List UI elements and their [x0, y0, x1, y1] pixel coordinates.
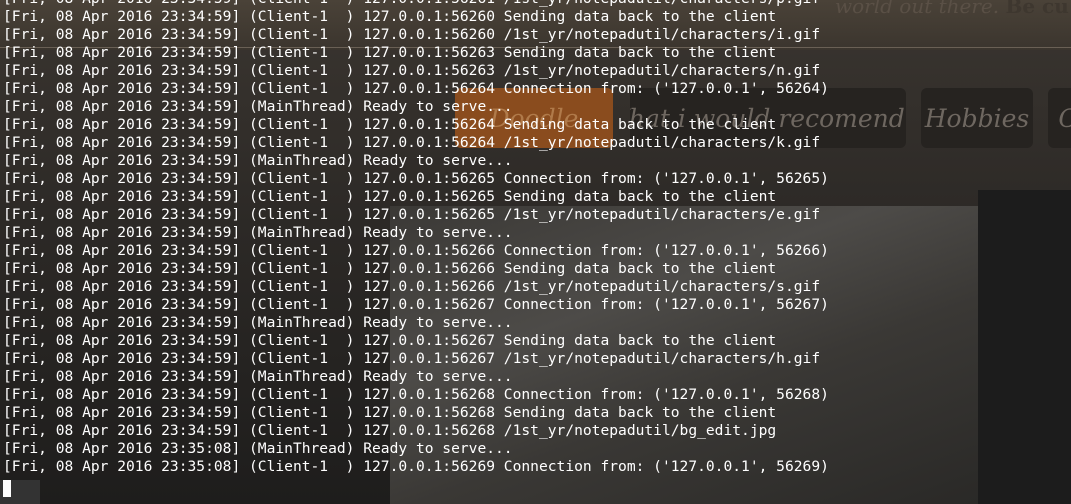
background-nav-label: C: [1058, 104, 1071, 133]
terminal-prompt[interactable]: [3, 480, 11, 498]
log-line: [Fri, 08 Apr 2016 23:34:59] (Client-1 ) …: [3, 296, 829, 313]
log-line: [Fri, 08 Apr 2016 23:34:59] (Client-1 ) …: [3, 8, 777, 25]
background-tagline-bold: Be cu: [1005, 0, 1069, 18]
background-photo-shadow: [978, 190, 1071, 504]
log-line: [Fri, 08 Apr 2016 23:35:08] (Client-1 ) …: [3, 458, 829, 475]
log-line: [Fri, 08 Apr 2016 23:34:59] (Client-1 ) …: [3, 404, 777, 421]
log-line: [Fri, 08 Apr 2016 23:34:59] (Client-1 ) …: [3, 386, 829, 403]
log-line: [Fri, 08 Apr 2016 23:34:59] (Client-1 ) …: [3, 422, 777, 439]
log-line: [Fri, 08 Apr 2016 23:35:08] (MainThread)…: [3, 440, 513, 457]
terminal-window[interactable]: world out there. Be cu Doodle What i wou…: [0, 0, 1071, 504]
log-line: [Fri, 08 Apr 2016 23:34:59] (Client-1 ) …: [3, 44, 777, 61]
log-line: [Fri, 08 Apr 2016 23:34:59] (Client-1 ) …: [3, 134, 821, 151]
log-line: [Fri, 08 Apr 2016 23:34:59] (Client-1 ) …: [3, 188, 777, 205]
background-tagline: world out there. Be cu: [835, 0, 1069, 18]
log-line: [Fri, 08 Apr 2016 23:34:59] (Client-1 ) …: [3, 260, 777, 277]
background-nav-label: Hobbies: [924, 103, 1030, 133]
text-cursor: [3, 480, 11, 497]
log-line: [Fri, 08 Apr 2016 23:34:59] (Client-1 ) …: [3, 116, 777, 133]
log-line: [Fri, 08 Apr 2016 23:34:59] (Client-1 ) …: [3, 26, 821, 43]
log-line: [Fri, 08 Apr 2016 23:34:59] (Client-1 ) …: [3, 278, 821, 295]
log-line: [Fri, 08 Apr 2016 23:34:59] (Client-1 ) …: [3, 0, 829, 8]
log-line: [Fri, 08 Apr 2016 23:34:59] (Client-1 ) …: [3, 80, 829, 97]
log-line: [Fri, 08 Apr 2016 23:34:59] (Client-1 ) …: [3, 62, 821, 79]
log-line: [Fri, 08 Apr 2016 23:34:59] (Client-1 ) …: [3, 206, 821, 223]
background-nav-hobbies: Hobbies: [921, 88, 1033, 148]
log-line: [Fri, 08 Apr 2016 23:34:59] (MainThread)…: [3, 314, 513, 331]
background-tagline-text: world out there.: [835, 0, 1000, 18]
log-line: [Fri, 08 Apr 2016 23:34:59] (MainThread)…: [3, 368, 513, 385]
log-line: [Fri, 08 Apr 2016 23:34:59] (Client-1 ) …: [3, 170, 829, 187]
log-line: [Fri, 08 Apr 2016 23:34:59] (Client-1 ) …: [3, 350, 821, 367]
log-line: [Fri, 08 Apr 2016 23:34:59] (Client-1 ) …: [3, 332, 777, 349]
log-line: [Fri, 08 Apr 2016 23:34:59] (MainThread)…: [3, 152, 513, 169]
log-line: [Fri, 08 Apr 2016 23:34:59] (Client-1 ) …: [3, 242, 829, 259]
log-line: [Fri, 08 Apr 2016 23:34:59] (MainThread)…: [3, 98, 513, 115]
background-nav-more: C: [1048, 88, 1071, 148]
terminal-output: [Fri, 08 Apr 2016 23:34:59] (Client-1 ) …: [3, 0, 829, 476]
log-line: [Fri, 08 Apr 2016 23:34:59] (MainThread)…: [3, 224, 513, 241]
